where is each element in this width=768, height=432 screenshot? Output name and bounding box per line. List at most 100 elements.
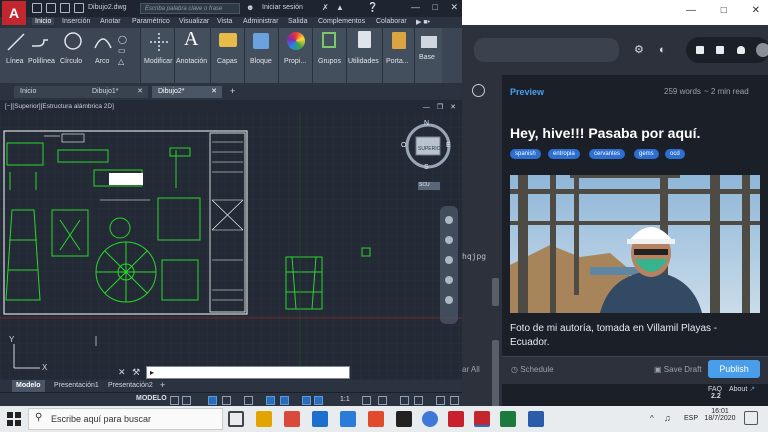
- save-draft-button[interactable]: ▣ Save Draft: [654, 365, 702, 374]
- isolate-icon[interactable]: [400, 396, 409, 405]
- tag-spanish[interactable]: spanish: [510, 149, 541, 159]
- tag-ocd[interactable]: ocd: [665, 149, 685, 159]
- signin-button[interactable]: Iniciar sesión: [262, 4, 303, 11]
- wrench-icon[interactable]: ⚒: [132, 367, 140, 377]
- open-icon[interactable]: [46, 3, 56, 13]
- polar-icon[interactable]: [222, 396, 231, 405]
- edge-icon[interactable]: [312, 411, 328, 427]
- clock[interactable]: 16:01 18/7/2020: [704, 408, 736, 422]
- arc-button[interactable]: Arco: [95, 58, 109, 65]
- tab-layout2[interactable]: Presentación2: [104, 380, 157, 392]
- modify-group[interactable]: Modificar: [140, 28, 174, 83]
- viewcube-north[interactable]: N: [424, 120, 429, 127]
- annotation-visibility-icon[interactable]: [314, 396, 323, 405]
- wallet-icon[interactable]: [716, 46, 724, 54]
- line-button[interactable]: Línea: [6, 58, 24, 65]
- schedule-button[interactable]: ◷ Schedule: [511, 365, 554, 374]
- autocad-logo[interactable]: A: [2, 1, 26, 25]
- annotation-scale-icon[interactable]: [302, 396, 311, 405]
- tab-administrar[interactable]: Administrar: [243, 18, 278, 25]
- terminal-icon[interactable]: [396, 411, 412, 427]
- tab-vista[interactable]: Vista: [217, 18, 232, 25]
- tab-visualizar[interactable]: Visualizar: [179, 18, 209, 25]
- site-search-input[interactable]: [474, 38, 619, 62]
- exchange-icon[interactable]: ▲: [336, 3, 344, 12]
- scale-selector[interactable]: 1:1: [340, 396, 350, 403]
- plus-icon[interactable]: [378, 396, 387, 405]
- media-icon[interactable]: [422, 411, 438, 427]
- utilities-group[interactable]: Utilidades: [346, 28, 382, 83]
- fullscreen-icon[interactable]: [436, 396, 445, 405]
- mail-icon[interactable]: [340, 411, 356, 427]
- tag-entropia[interactable]: entropia: [548, 149, 580, 159]
- ucs-menu[interactable]: SCU: [419, 182, 430, 188]
- brave-icon[interactable]: [368, 411, 384, 427]
- close-button[interactable]: ✕: [450, 2, 458, 12]
- tab-salida[interactable]: Salida: [288, 18, 307, 25]
- task-view-icon[interactable]: [228, 411, 244, 427]
- notifications-icon[interactable]: [744, 411, 758, 425]
- store-icon[interactable]: [284, 411, 300, 427]
- inbox-icon[interactable]: [696, 46, 704, 54]
- tab-complementos[interactable]: Complementos: [318, 18, 365, 25]
- close-icon[interactable]: ✕: [211, 86, 217, 98]
- pdf-reader-icon[interactable]: [448, 411, 464, 427]
- layers-group[interactable]: Capas: [210, 28, 244, 83]
- excel-icon[interactable]: [500, 411, 516, 427]
- windows-start-icon[interactable]: [7, 412, 21, 426]
- minimize-button[interactable]: —: [686, 5, 696, 16]
- minimize-button[interactable]: —: [411, 2, 420, 12]
- isodraft-icon[interactable]: [244, 396, 253, 405]
- hardware-acceleration-icon[interactable]: [414, 396, 423, 405]
- object-snap-icon[interactable]: [280, 396, 289, 405]
- user-icon[interactable]: ☻: [246, 3, 254, 12]
- block-group[interactable]: Bloque: [244, 28, 278, 83]
- emoji-icon[interactable]: [472, 84, 485, 97]
- annotation-group[interactable]: A Anotación: [174, 28, 210, 83]
- search-input[interactable]: Escriba palabra clave o frase: [140, 3, 240, 14]
- circle-button[interactable]: Círculo: [60, 58, 82, 65]
- word-icon[interactable]: [528, 411, 544, 427]
- viewcube-south[interactable]: S: [424, 164, 429, 171]
- clear-all-button[interactable]: ar All: [462, 365, 480, 374]
- language-indicator[interactable]: ESP: [684, 415, 698, 422]
- ortho-icon[interactable]: [208, 396, 217, 405]
- new-tab-icon[interactable]: +: [230, 86, 235, 96]
- editor-text-fragment[interactable]: hqjpg: [462, 252, 486, 261]
- tab-inicio[interactable]: Inicio: [32, 18, 55, 25]
- customize-icon[interactable]: [450, 396, 459, 405]
- save-icon[interactable]: [60, 3, 70, 13]
- close-icon[interactable]: ✕: [137, 86, 143, 98]
- new-icon[interactable]: [32, 3, 42, 13]
- autocad-taskbar-icon[interactable]: [474, 411, 490, 427]
- volume-icon[interactable]: ♫: [664, 413, 671, 423]
- groups-group[interactable]: Grupos: [312, 28, 346, 83]
- ribbon-more-icon[interactable]: ▶ ■•: [416, 18, 430, 26]
- tab-insercion[interactable]: Inserción: [62, 18, 90, 25]
- tab-colaborar[interactable]: Colaborar: [376, 18, 407, 25]
- theme-icon[interactable]: ◐: [659, 44, 666, 56]
- faq-link[interactable]: FAQ: [708, 386, 722, 393]
- base-group[interactable]: Base: [414, 28, 442, 83]
- clipboard-group[interactable]: Porta...: [382, 28, 414, 83]
- maximize-button[interactable]: □: [433, 2, 438, 12]
- command-line-input[interactable]: ▸: [146, 366, 350, 379]
- tag-cervantes[interactable]: cervantes: [589, 149, 626, 159]
- draw-tools-icon[interactable]: ◯ ▭ △: [118, 34, 127, 67]
- close-button[interactable]: ✕: [752, 5, 760, 16]
- settings-icon[interactable]: ⚙: [634, 44, 644, 56]
- close-icon[interactable]: ✕: [118, 367, 126, 377]
- undo-icon[interactable]: [74, 3, 84, 13]
- bell-icon[interactable]: [737, 46, 745, 54]
- add-layout-icon[interactable]: +: [160, 380, 165, 390]
- viewcube-east[interactable]: E: [446, 142, 451, 149]
- viewcube-face[interactable]: SUPERIOR: [418, 146, 444, 152]
- tab-parametrico[interactable]: Paramétrico: [132, 18, 170, 25]
- tag-gems[interactable]: gems: [634, 149, 659, 159]
- properties-group[interactable]: Propi...: [278, 28, 312, 83]
- taskbar-search-input[interactable]: ⚲ Escribe aquí para buscar: [28, 408, 223, 430]
- avatar[interactable]: [756, 43, 768, 57]
- polyline-button[interactable]: Polilínea: [28, 58, 55, 65]
- workspace-gear-icon[interactable]: [362, 396, 371, 405]
- maximize-button[interactable]: □: [721, 5, 727, 16]
